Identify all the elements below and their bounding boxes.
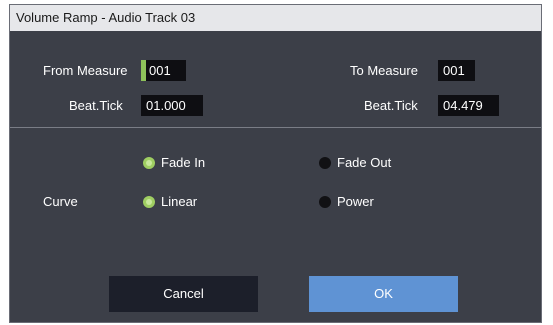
linear-label: Linear [161,194,198,209]
power-radio[interactable]: Power [319,194,374,209]
radio-unselected-icon [319,195,331,208]
from-beat-tick-field[interactable]: 01.000 [141,95,203,116]
to-beat-tick-field[interactable]: 04.479 [438,95,499,116]
volume-ramp-dialog: Volume Ramp - Audio Track 03 From Measur… [9,4,542,323]
section-divider [10,127,541,128]
dialog-title: Volume Ramp - Audio Track 03 [10,5,541,31]
radio-selected-icon [143,156,155,169]
linear-radio[interactable]: Linear [143,194,197,209]
ok-button[interactable]: OK [309,276,458,312]
fade-out-radio[interactable]: Fade Out [319,155,391,170]
to-measure-field[interactable]: 001 [438,60,475,81]
to-measure-label: To Measure [350,63,418,78]
radio-selected-icon [143,195,155,208]
cancel-button[interactable]: Cancel [109,276,258,312]
fade-out-label: Fade Out [337,155,392,170]
from-measure-label: From Measure [43,63,128,78]
to-beat-tick-label: Beat.Tick [364,98,418,113]
from-measure-field[interactable]: 001 [141,60,186,81]
from-beat-tick-label: Beat.Tick [69,98,123,113]
radio-unselected-icon [319,156,331,169]
fade-in-label: Fade In [161,155,206,170]
curve-label: Curve [43,194,78,209]
power-label: Power [337,194,374,209]
fade-in-radio[interactable]: Fade In [143,155,205,170]
